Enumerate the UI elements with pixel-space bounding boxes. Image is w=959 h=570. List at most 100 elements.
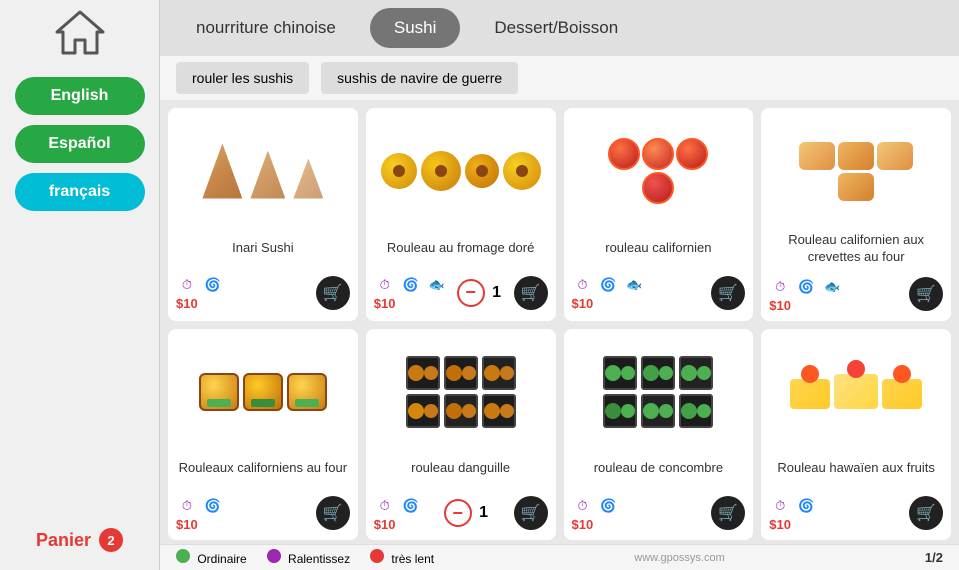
status-label-red: très lent bbox=[391, 552, 434, 566]
price-eel: $10 bbox=[374, 517, 422, 532]
language-francais-button[interactable]: français bbox=[15, 173, 145, 211]
add-to-cart-golden[interactable]: 🛒 bbox=[514, 276, 548, 310]
sub-category-bar: rouler les sushis sushis de navire de gu… bbox=[160, 56, 959, 100]
status-indicators: Ordinaire Ralentissez très lent bbox=[176, 549, 434, 566]
sub-cat-warship[interactable]: sushis de navire de guerre bbox=[321, 62, 518, 94]
spicy-icon-calbaked: 🌀 bbox=[202, 495, 224, 517]
product-name-golden-roll: Rouleau au fromage doré bbox=[387, 232, 534, 264]
qty-number-eel: 1 bbox=[476, 504, 492, 522]
product-actions-california: ⏱ 🌀 🐟 $10 🛒 bbox=[572, 274, 746, 311]
product-actions-fruit-roll: ⏱ 🌀 $10 🛒 bbox=[769, 495, 943, 532]
spicy-icon-eel: 🌀 bbox=[400, 495, 422, 517]
product-name-california: rouleau californien bbox=[605, 232, 711, 264]
status-red: très lent bbox=[370, 549, 434, 566]
language-english-button[interactable]: English bbox=[15, 77, 145, 115]
fish-icon-shrimp: 🐟 bbox=[821, 276, 843, 298]
product-card-cucumber: rouleau de concombre ⏱ 🌀 $10 🛒 bbox=[564, 329, 754, 540]
product-actions-shrimp-baked: ⏱ 🌀 🐟 $10 🛒 bbox=[769, 276, 943, 313]
price-california: $10 bbox=[572, 296, 646, 311]
spicy-icon-shrimp: 🌀 bbox=[795, 276, 817, 298]
status-label-green: Ordinaire bbox=[197, 552, 246, 566]
product-name-cucumber: rouleau de concombre bbox=[594, 453, 723, 485]
product-card-cal-baked: Rouleaux californiens au four ⏱ 🌀 $10 🛒 bbox=[168, 329, 358, 540]
product-card-fruit-roll: Rouleau hawaïen aux fruits ⏱ 🌀 $10 🛒 bbox=[761, 329, 951, 540]
product-image-shrimp-baked bbox=[769, 116, 943, 226]
price-golden-roll: $10 bbox=[374, 296, 448, 311]
product-name-shrimp-baked: Rouleau californien aux crevettes au fou… bbox=[769, 232, 943, 266]
product-icons-california: ⏱ 🌀 🐟 bbox=[572, 274, 646, 296]
product-image-cucumber bbox=[572, 337, 746, 447]
language-espanol-button[interactable]: Español bbox=[15, 125, 145, 163]
product-card-california: rouleau californien ⏱ 🌀 🐟 $10 🛒 bbox=[564, 108, 754, 321]
price-cal-baked: $10 bbox=[176, 517, 224, 532]
product-image-california bbox=[572, 116, 746, 226]
speed-icon-eel: ⏱ bbox=[374, 495, 396, 517]
speed-icon-fruit: ⏱ bbox=[769, 495, 791, 517]
content-area: nourriture chinoise Sushi Dessert/Boisso… bbox=[160, 0, 959, 570]
spicy-icon-golden: 🌀 bbox=[400, 274, 422, 296]
product-icons-cucumber: ⏱ 🌀 bbox=[572, 495, 620, 517]
product-actions-eel: ⏱ 🌀 $10 − 1 🛒 bbox=[374, 495, 548, 532]
sub-cat-rolls[interactable]: rouler les sushis bbox=[176, 62, 309, 94]
speed-icon-cucumber: ⏱ bbox=[572, 495, 594, 517]
spicy-icon-cal: 🌀 bbox=[598, 274, 620, 296]
speed-icon-shrimp: ⏱ bbox=[769, 276, 791, 298]
cart-section: Panier 2 bbox=[36, 520, 123, 560]
tab-dessert[interactable]: Dessert/Boisson bbox=[470, 8, 642, 48]
add-to-cart-california[interactable]: 🛒 bbox=[711, 276, 745, 310]
product-actions-inari: ⏱ 🌀 $10 🛒 bbox=[176, 274, 350, 311]
product-icons-shrimp: ⏱ 🌀 🐟 bbox=[769, 276, 843, 298]
add-to-cart-shrimp[interactable]: 🛒 bbox=[909, 277, 943, 311]
price-cucumber: $10 bbox=[572, 517, 620, 532]
qty-minus-golden[interactable]: − bbox=[457, 279, 485, 307]
tab-chinese-food[interactable]: nourriture chinoise bbox=[172, 8, 360, 48]
watermark: www.gpossys.com bbox=[634, 552, 724, 564]
product-card-shrimp-baked: Rouleau californien aux crevettes au fou… bbox=[761, 108, 951, 321]
quantity-control-eel: − 1 bbox=[444, 499, 492, 527]
product-image-golden-roll bbox=[374, 116, 548, 226]
status-green: Ordinaire bbox=[176, 549, 247, 566]
product-name-eel: rouleau danguille bbox=[411, 453, 510, 485]
home-icon[interactable] bbox=[55, 10, 105, 65]
tab-sushi[interactable]: Sushi bbox=[370, 8, 461, 48]
product-actions-cucumber: ⏱ 🌀 $10 🛒 bbox=[572, 495, 746, 532]
page-indicator: 1/2 bbox=[925, 550, 943, 565]
status-purple: Ralentissez bbox=[267, 549, 350, 566]
price-fruit-roll: $10 bbox=[769, 517, 817, 532]
product-name-cal-baked: Rouleaux californiens au four bbox=[179, 453, 347, 485]
add-to-cart-eel[interactable]: 🛒 bbox=[514, 496, 548, 530]
product-image-cal-baked bbox=[176, 337, 350, 447]
sidebar: English Español français Panier 2 bbox=[0, 0, 160, 570]
product-actions-cal-baked: ⏱ 🌀 $10 🛒 bbox=[176, 495, 350, 532]
spicy-icon-cucumber: 🌀 bbox=[598, 495, 620, 517]
status-dot-red bbox=[370, 549, 384, 563]
spicy-icon-inari: 🌀 bbox=[202, 274, 224, 296]
product-actions-golden-roll: ⏱ 🌀 🐟 $10 − 1 🛒 bbox=[374, 274, 548, 311]
product-icons-fruit: ⏱ 🌀 bbox=[769, 495, 817, 517]
product-name-inari: Inari Sushi bbox=[232, 232, 293, 264]
product-card-eel: rouleau danguille ⏱ 🌀 $10 − 1 🛒 bbox=[366, 329, 556, 540]
product-card-inari: Inari Sushi ⏱ 🌀 $10 🛒 bbox=[168, 108, 358, 321]
product-card-golden-roll: Rouleau au fromage doré ⏱ 🌀 🐟 $10 − 1 bbox=[366, 108, 556, 321]
speed-icon-inari: ⏱ bbox=[176, 274, 198, 296]
spicy-icon-fruit: 🌀 bbox=[795, 495, 817, 517]
status-dot-purple bbox=[267, 549, 281, 563]
speed-icon-golden: ⏱ bbox=[374, 274, 396, 296]
qty-number-golden: 1 bbox=[489, 284, 505, 302]
add-to-cart-inari[interactable]: 🛒 bbox=[316, 276, 350, 310]
price-shrimp-baked: $10 bbox=[769, 298, 843, 313]
fish-icon-golden: 🐟 bbox=[426, 274, 448, 296]
status-dot-green bbox=[176, 549, 190, 563]
product-grid: Inari Sushi ⏱ 🌀 $10 🛒 bbox=[160, 100, 959, 544]
product-icons-golden-roll: ⏱ 🌀 🐟 bbox=[374, 274, 448, 296]
cart-button[interactable]: Panier bbox=[36, 530, 91, 551]
speed-icon-calbaked: ⏱ bbox=[176, 495, 198, 517]
product-image-eel bbox=[374, 337, 548, 447]
add-to-cart-cucumber[interactable]: 🛒 bbox=[711, 496, 745, 530]
status-bar: Ordinaire Ralentissez très lent www.gpos… bbox=[160, 544, 959, 570]
product-icons-inari: ⏱ 🌀 bbox=[176, 274, 224, 296]
qty-minus-eel[interactable]: − bbox=[444, 499, 472, 527]
product-icons-eel: ⏱ 🌀 bbox=[374, 495, 422, 517]
add-to-cart-cal-baked[interactable]: 🛒 bbox=[316, 496, 350, 530]
add-to-cart-fruit[interactable]: 🛒 bbox=[909, 496, 943, 530]
